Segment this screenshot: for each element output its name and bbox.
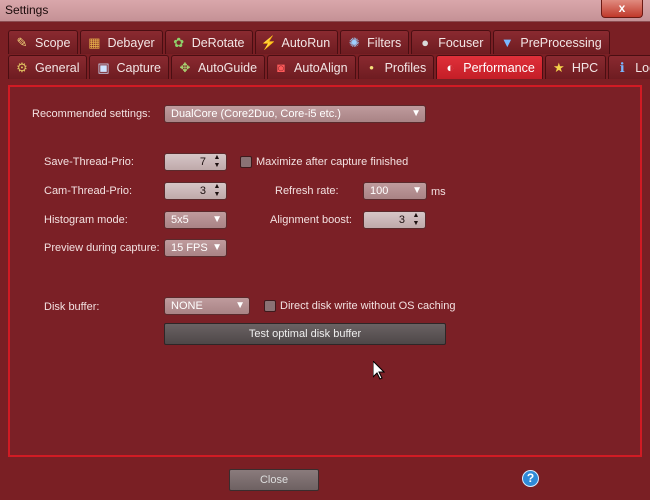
direct-write-checkbox[interactable] [264, 300, 276, 312]
tab-debayer[interactable]: ▦ Debayer [80, 30, 163, 54]
close-button[interactable]: Close [229, 469, 319, 491]
tab-label: AutoGuide [197, 60, 258, 75]
tab-row-1: ✎ Scope ▦ Debayer ✿ DeRotate ⚡ AutoRun ✺ Filt… [8, 30, 610, 54]
tab-performance[interactable]: ◐ Performance [436, 55, 543, 79]
tab-focuser[interactable]: ● Focuser [411, 30, 492, 54]
preview-label: Preview during capture: [44, 242, 160, 254]
preview-value: 15 FPS [171, 242, 208, 254]
tab-label: Filters [367, 35, 402, 50]
window-title: Settings [5, 3, 49, 17]
refresh-label: Refresh rate: [275, 185, 339, 197]
disk-buffer-select[interactable]: NONE ▼ [164, 297, 250, 315]
performance-panel: Recommended settings: DualCore (Core2Duo… [8, 85, 642, 457]
info-icon: ℹ [619, 59, 625, 75]
filters-icon: ✺ [348, 34, 360, 50]
histogram-value: 5x5 [171, 214, 189, 226]
tab-autoalign[interactable]: ◙ AutoAlign [267, 55, 356, 79]
title-bar: Settings x [0, 0, 650, 22]
star-icon: ★ [552, 59, 565, 75]
tab-capture[interactable]: ▣ Capture [89, 55, 169, 79]
tab-label: AutoAlign [294, 60, 348, 75]
chevron-down-icon: ▼ [212, 242, 222, 253]
tab-label: Scope [35, 35, 71, 50]
direct-write-label: Direct disk write without OS caching [280, 300, 456, 312]
refresh-unit: ms [431, 186, 446, 198]
tab-label: Focuser [438, 35, 484, 50]
window-close-button[interactable]: x [601, 0, 643, 18]
preview-select[interactable]: 15 FPS ▼ [164, 239, 227, 257]
save-thread-spinner[interactable]: 7 ▲ ▼ [164, 153, 227, 171]
crosshair-icon: ✥ [179, 59, 191, 75]
mouse-cursor-icon [373, 361, 385, 380]
refresh-value: 100 [370, 185, 389, 197]
histogram-select[interactable]: 5x5 ▼ [164, 211, 227, 229]
tab-label: General [35, 60, 80, 75]
tab-label: Debayer [107, 35, 155, 50]
tab-label: Log [635, 60, 650, 75]
tab-label: Performance [463, 60, 535, 75]
tab-autorun[interactable]: ⚡ AutoRun [254, 30, 339, 54]
target-icon: ◙ [277, 59, 285, 75]
alignment-label: Alignment boost: [270, 214, 352, 226]
cam-thread-value: 3 [199, 185, 206, 197]
chevron-down-icon: ▼ [412, 185, 422, 196]
tab-derotate[interactable]: ✿ DeRotate [164, 30, 253, 54]
chevron-down-icon: ▼ [411, 108, 421, 119]
alignment-spinner[interactable]: 3 ▲ ▼ [363, 211, 426, 229]
gear-icon: ⚙ [16, 59, 28, 75]
tab-label: AutoRun [281, 35, 331, 50]
funnel-icon: ▼ [500, 34, 514, 50]
maximize-checkbox[interactable] [240, 156, 252, 168]
speedometer-icon: ◐ [446, 59, 455, 75]
chevron-down-icon: ▼ [212, 214, 222, 225]
cam-thread-label: Cam-Thread-Prio: [44, 185, 133, 197]
disk-buffer-label: Disk buffer: [44, 301, 100, 313]
tab-label: Capture [116, 60, 161, 75]
recommended-select[interactable]: DualCore (Core2Duo, Core-i5 etc.) ▼ [164, 105, 426, 123]
cam-thread-spinner[interactable]: 3 ▲ ▼ [164, 182, 227, 200]
save-thread-value: 7 [199, 156, 206, 168]
tab-log[interactable]: ℹ Log [608, 55, 650, 79]
tab-label: HPC [571, 60, 599, 75]
maximize-label: Maximize after capture finished [256, 156, 409, 168]
tab-autoguide[interactable]: ✥ AutoGuide [170, 55, 266, 79]
tab-label: Profiles [384, 60, 427, 75]
disk-buffer-value: NONE [171, 300, 203, 312]
spinner-arrows-icon[interactable]: ▲ ▼ [211, 154, 223, 170]
tab-preprocessing[interactable]: ▼ PreProcessing [493, 30, 610, 54]
save-thread-label: Save-Thread-Prio: [44, 156, 134, 168]
chevron-down-icon: ▼ [235, 300, 245, 311]
camera-icon: ▣ [97, 59, 110, 75]
tab-row-2: ⚙ General ▣ Capture ✥ AutoGuide ◙ AutoAlign … [8, 55, 650, 79]
tab-scope[interactable]: ✎ Scope [8, 30, 79, 54]
tab-profiles[interactable]: • Profiles [357, 55, 435, 79]
color-grid-icon: ▦ [88, 34, 101, 50]
autorun-icon: ⚡ [260, 34, 277, 50]
test-disk-buffer-button[interactable]: Test optimal disk buffer [164, 323, 446, 345]
derotate-icon: ✿ [173, 34, 185, 50]
help-icon[interactable]: ? [522, 470, 539, 487]
tab-hpc[interactable]: ★ HPC [544, 55, 607, 79]
focuser-icon: ● [421, 34, 430, 50]
dot-icon: • [369, 59, 374, 75]
alignment-value: 3 [398, 214, 405, 226]
tab-label: DeRotate [191, 35, 245, 50]
histogram-label: Histogram mode: [44, 214, 128, 226]
telescope-icon: ✎ [16, 34, 28, 50]
tab-filters[interactable]: ✺ Filters [340, 30, 410, 54]
tab-general[interactable]: ⚙ General [8, 55, 88, 79]
spinner-arrows-icon[interactable]: ▲ ▼ [410, 212, 422, 228]
tab-label: PreProcessing [520, 35, 602, 50]
spinner-arrows-icon[interactable]: ▲ ▼ [211, 183, 223, 199]
recommended-label: Recommended settings: [32, 108, 151, 120]
recommended-value: DualCore (Core2Duo, Core-i5 etc.) [171, 108, 341, 120]
refresh-select[interactable]: 100 ▼ [363, 182, 427, 200]
